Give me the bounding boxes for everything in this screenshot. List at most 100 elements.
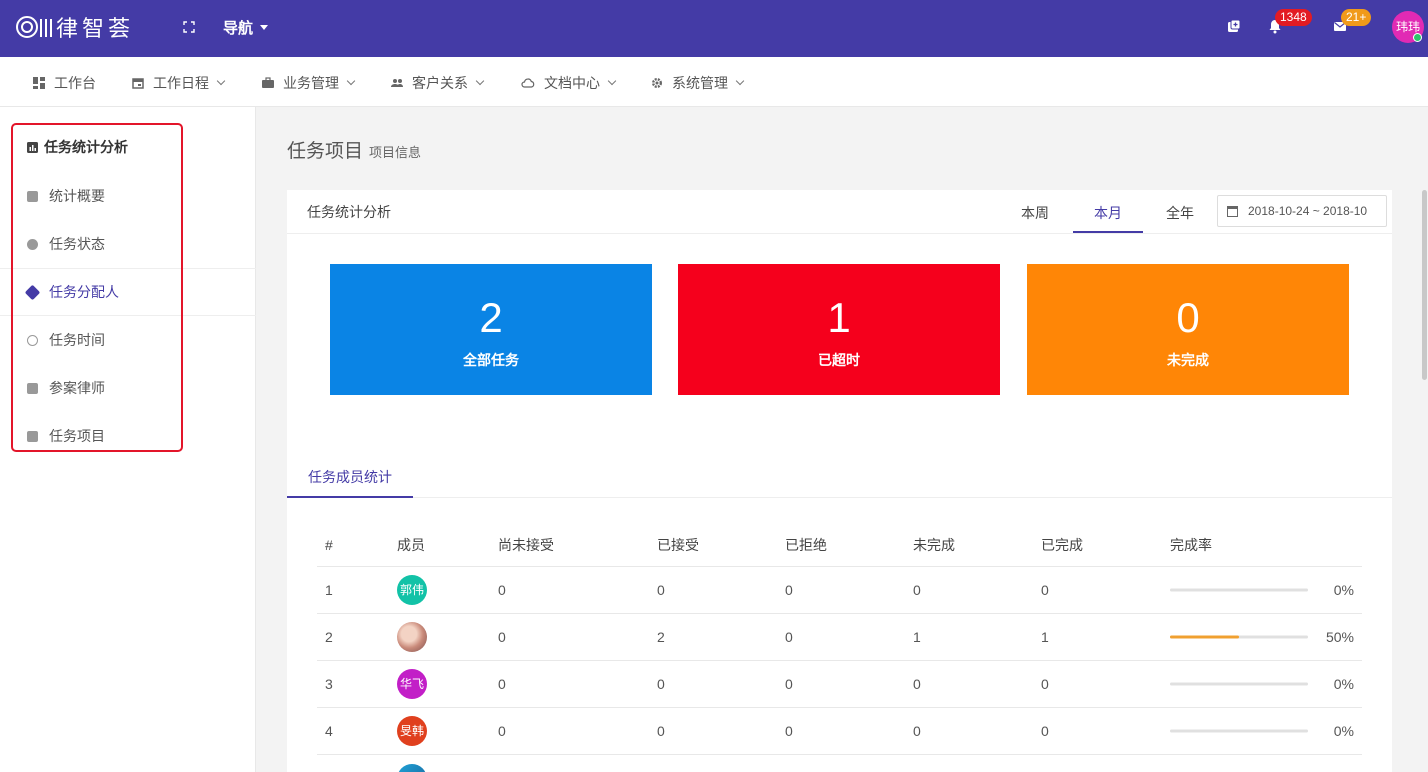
divider [287,497,1392,498]
sidebar-item-projects[interactable]: 任务项目 [0,412,256,460]
page-title: 任务项目 [287,141,364,162]
completion-progress-bar [1170,682,1308,686]
member-avatar[interactable]: 旻韩 [397,716,427,746]
clock-icon [27,334,38,346]
member-avatar[interactable]: 郭伟 [397,575,427,605]
completion-progress-bar [1170,635,1308,639]
tab-year[interactable]: 全年 [1166,203,1194,223]
chevron-down-icon [216,76,226,86]
col-member: 成员 [397,536,425,553]
gear-icon [652,78,662,88]
main-menu: 工作台 工作日程 业务管理 客户关系 文档中心 系统管理 [0,57,1428,107]
menu-item-label: 系统管理 [672,75,728,91]
sidebar-item-label: 任务分配人 [49,284,119,300]
stat-label: 已超时 [818,352,860,368]
sidebar-item-label: 任务状态 [49,236,105,252]
menu-item-workbench[interactable]: 工作台 [33,73,96,93]
cell-accepted: 2 [657,629,665,645]
compass-icon [27,238,38,250]
cloud-icon [521,78,535,88]
menu-item-label: 工作日程 [153,75,209,91]
stat-overdue[interactable]: 1 已超时 [678,264,1000,395]
sidebar-item-label: 参案律师 [49,380,105,396]
menu-item-business[interactable]: 业务管理 [262,73,356,93]
menu-item-documents[interactable]: 文档中心 [521,73,617,93]
cell-pending: 0 [498,676,506,692]
page-scrollbar[interactable] [1422,190,1427,380]
tag-icon [24,284,41,300]
nav-label: 导航 [223,20,254,37]
page-subtitle: 项目信息 [369,145,422,160]
sidebar-item-lawyers[interactable]: 参案律师 [0,364,256,412]
menu-item-system[interactable]: 系统管理 [651,73,745,93]
cell-unfinished: 0 [913,723,921,739]
logo-mark-icon [16,16,52,38]
notification-badge: 1348 [1275,9,1312,26]
cell-finished: 0 [1041,676,1049,692]
completion-progress-bar [1170,729,1308,733]
sidebar-title-label: 任务统计分析 [44,139,128,155]
cell-rate: 0% [1333,723,1354,739]
sidebar-item-overview[interactable]: 统计概要 [0,172,256,220]
cell-finished: 0 [1041,582,1049,598]
top-header: 律智荟 导航 1348 21+ 玮玮 [0,0,1428,57]
active-tab-indicator [1073,231,1143,233]
stat-all-tasks[interactable]: 2 全部任务 [330,264,652,395]
tab-month[interactable]: 本月 [1094,203,1122,223]
cell-rejected: 0 [785,676,793,692]
nav-dropdown[interactable]: 导航 [223,17,269,38]
stat-unfinished[interactable]: 0 未完成 [1027,264,1349,395]
col-index: # [325,536,333,553]
table-row[interactable]: 1 郭伟 0 0 0 0 0 0% [317,567,1362,614]
menu-item-customers[interactable]: 客户关系 [391,73,485,93]
cell-rejected: 0 [785,629,793,645]
chevron-down-icon [735,76,745,86]
progress-fill [1170,635,1239,639]
cell-unfinished: 1 [913,629,921,645]
sidebar-item-status[interactable]: 任务状态 [0,220,256,268]
chevron-down-icon [475,76,485,86]
table-row[interactable]: 4 旻韩 0 0 0 0 0 0% [317,708,1362,755]
table-row-partial[interactable] [317,755,1362,772]
sidebar-item-time[interactable]: 任务时间 [0,316,256,364]
menu-item-label: 客户关系 [412,75,468,91]
cell-unfinished: 0 [913,676,921,692]
fullscreen-icon[interactable] [182,18,196,36]
table-row[interactable]: 3 华飞 0 0 0 0 0 0% [317,661,1362,708]
grid-icon [27,190,38,202]
cell-accepted: 0 [657,723,665,739]
briefcase-icon [262,77,274,88]
menu-item-schedule[interactable]: 工作日程 [132,73,226,93]
col-unfinished: 未完成 [913,536,955,553]
calendar-icon [1227,205,1238,217]
member-avatar-photo[interactable] [397,622,427,652]
tab-member-stats[interactable]: 任务成员统计 [308,467,392,487]
stat-value: 0 [1176,294,1200,341]
add-window-icon[interactable] [1226,18,1242,34]
cell-accepted: 0 [657,676,665,692]
dashboard-icon [33,77,45,89]
member-stats-table: # 成员 尚未接受 已接受 已拒绝 未完成 已完成 完成率 1 郭伟 0 0 0… [317,523,1362,772]
cell-pending: 0 [498,723,506,739]
sidebar-item-assigner[interactable]: 任务分配人 [0,268,256,316]
member-avatar[interactable]: 华飞 [397,669,427,699]
col-finished: 已完成 [1041,536,1083,553]
menu-item-label: 文档中心 [544,75,600,91]
chart-icon [27,141,38,153]
table-row[interactable]: 2 0 2 0 1 1 50% [317,614,1362,661]
member-avatar-photo[interactable] [397,764,427,772]
cell-rejected: 0 [785,723,793,739]
date-range-picker[interactable]: 2018-10-24 ~ 2018-10 [1217,195,1387,227]
chevron-down-icon [346,76,356,86]
date-range-value: 2018-10-24 ~ 2018-10 [1248,204,1368,218]
stat-value: 1 [827,294,851,341]
stat-label: 未完成 [1167,352,1209,368]
menu-item-label: 工作台 [54,75,96,91]
row-index: 2 [325,629,333,645]
stat-value: 2 [479,294,503,341]
card-title: 任务统计分析 [307,204,391,220]
caret-down-icon [260,25,269,30]
app-logo[interactable]: 律智荟 [16,12,134,42]
tab-week[interactable]: 本周 [1021,203,1049,223]
people-icon [391,79,403,87]
